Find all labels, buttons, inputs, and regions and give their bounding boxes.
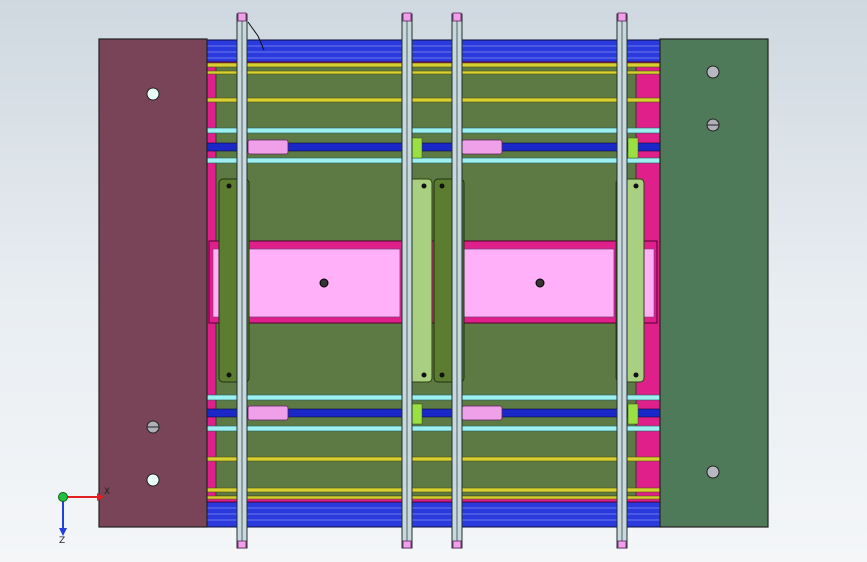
z-axis-label: Z [59, 536, 66, 546]
origin-y-dot [58, 492, 68, 502]
right-clamp-plate[interactable] [659, 38, 769, 528]
axis-triad [58, 492, 104, 536]
z-axis-arrow [59, 528, 67, 536]
x-axis-label: X [104, 487, 111, 497]
left-clamp-plate[interactable] [98, 38, 208, 528]
mold-assembly-drawing[interactable] [0, 0, 867, 562]
insert-screw-right [535, 278, 545, 288]
insert-screw-left [319, 278, 329, 288]
pink-insert-end-right [643, 248, 655, 318]
cad-viewport[interactable]: X Z [0, 0, 867, 562]
